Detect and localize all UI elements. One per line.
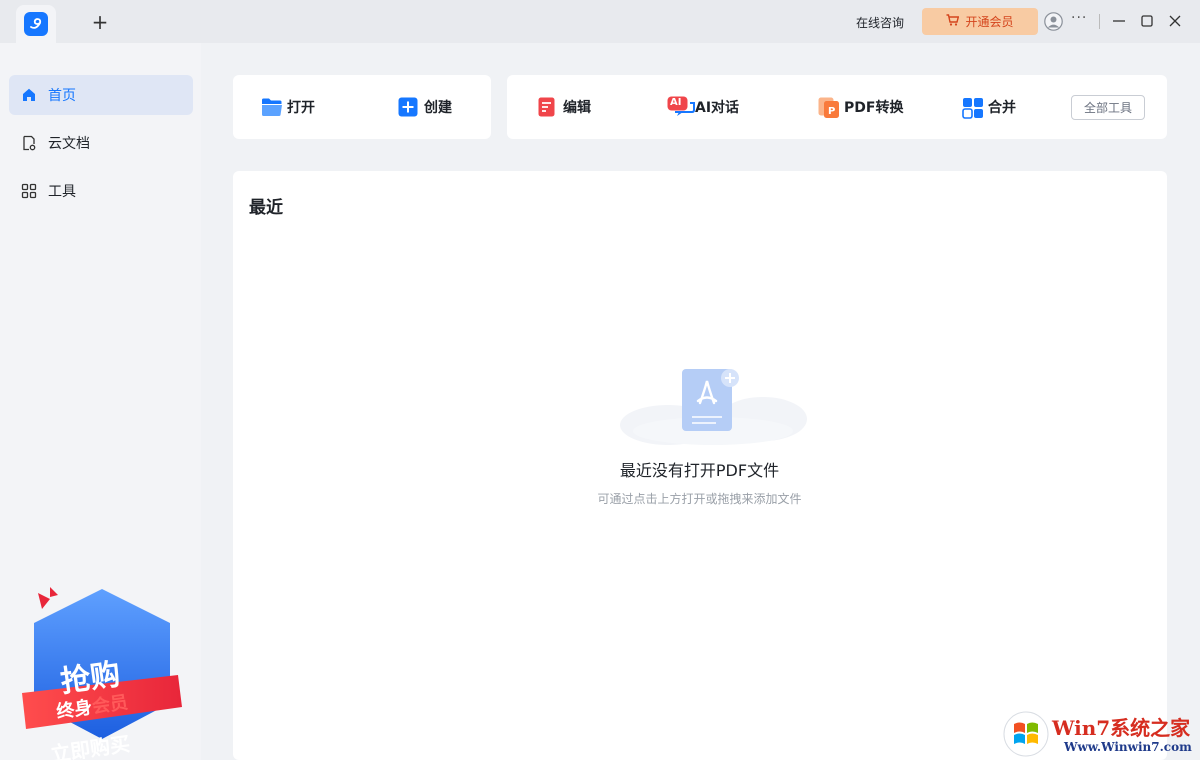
sidebar-item-home[interactable]: 首页	[9, 75, 193, 115]
minimize-icon[interactable]	[1110, 12, 1128, 30]
site-watermark: Win7系统之家 Www.Winwin7.com	[1000, 708, 1200, 760]
sidebar-item-label: 工具	[48, 184, 76, 200]
sidebar-item-label: 云文档	[48, 136, 90, 152]
all-tools-button[interactable]: 全部工具	[1071, 95, 1145, 120]
merge-label: 合并	[988, 100, 1016, 116]
open-button[interactable]: 打开	[261, 75, 315, 139]
title-bar: + 在线咨询 开通会员 ···	[0, 0, 1200, 43]
pdf-convert-button[interactable]: P PDF转换	[818, 75, 903, 139]
user-avatar-icon[interactable]	[1044, 12, 1063, 31]
folder-open-icon	[261, 97, 282, 117]
home-icon	[21, 87, 37, 103]
titlebar-divider	[1099, 14, 1100, 29]
pdf-convert-icon: P	[818, 97, 839, 118]
ai-chat-label: AI对话	[695, 100, 740, 116]
close-icon[interactable]	[1166, 12, 1184, 30]
cart-icon	[946, 14, 960, 29]
promo-line2-part1: 终身	[55, 697, 94, 723]
online-consult-link[interactable]: 在线咨询	[856, 14, 904, 31]
ai-badge-text: AI	[670, 97, 682, 108]
edit-label: 编辑	[563, 100, 591, 116]
empty-state-title: 最近没有打开PDF文件	[619, 461, 780, 480]
recent-title: 最近	[249, 198, 283, 218]
promo-buy-lifetime-vip[interactable]: 抢购 终身会员 立即购买	[20, 583, 185, 760]
sidebar-item-cloud-docs[interactable]: 云文档	[9, 123, 193, 163]
watermark-url: Www.Winwin7.com	[1064, 740, 1192, 754]
file-actions-card: 打开 创建	[233, 75, 491, 139]
new-tab-button[interactable]: +	[90, 12, 110, 32]
cloud-doc-icon	[21, 135, 37, 151]
promo-line2-part2: 会员	[90, 692, 130, 718]
merge-button[interactable]: 合并	[962, 75, 1016, 139]
ai-chat-button[interactable]: AI AI对话	[667, 75, 739, 139]
sidebar-item-label: 首页	[48, 88, 76, 104]
svg-text:P: P	[828, 106, 835, 117]
merge-icon	[962, 97, 983, 119]
create-button[interactable]: 创建	[398, 75, 452, 139]
plus-square-icon	[398, 97, 418, 117]
more-menu-icon[interactable]: ···	[1071, 10, 1087, 26]
recent-panel: 最近 最近没有打开PDF文件 可通过点击上方打开或拖拽来添加文件	[233, 171, 1167, 760]
edit-doc-icon	[537, 97, 557, 117]
app-logo-icon	[24, 12, 48, 36]
windows-logo-icon	[1002, 710, 1050, 758]
empty-state-subtitle: 可通过点击上方打开或拖拽来添加文件	[597, 492, 802, 506]
open-label: 打开	[287, 100, 315, 116]
open-vip-button[interactable]: 开通会员	[922, 8, 1038, 35]
ai-chat-icon: AI	[667, 96, 695, 118]
watermark-brand: Win7系统之家	[1052, 716, 1191, 740]
sidebar-item-tools[interactable]: 工具	[9, 171, 193, 211]
empty-pdf-illustration-icon	[618, 367, 808, 447]
app-tab[interactable]	[16, 5, 56, 43]
maximize-icon[interactable]	[1138, 12, 1156, 30]
sidebar: 首页 云文档 工具 抢购 终身会员 立即购买	[0, 43, 201, 760]
grid-icon	[21, 183, 37, 199]
create-label: 创建	[424, 100, 452, 116]
tools-card: 编辑 AI AI对话 P PDF转换 合并 全部工具	[507, 75, 1167, 139]
edit-button[interactable]: 编辑	[537, 75, 591, 139]
open-vip-label: 开通会员	[965, 15, 1014, 29]
pdf-convert-label: PDF转换	[844, 100, 904, 116]
